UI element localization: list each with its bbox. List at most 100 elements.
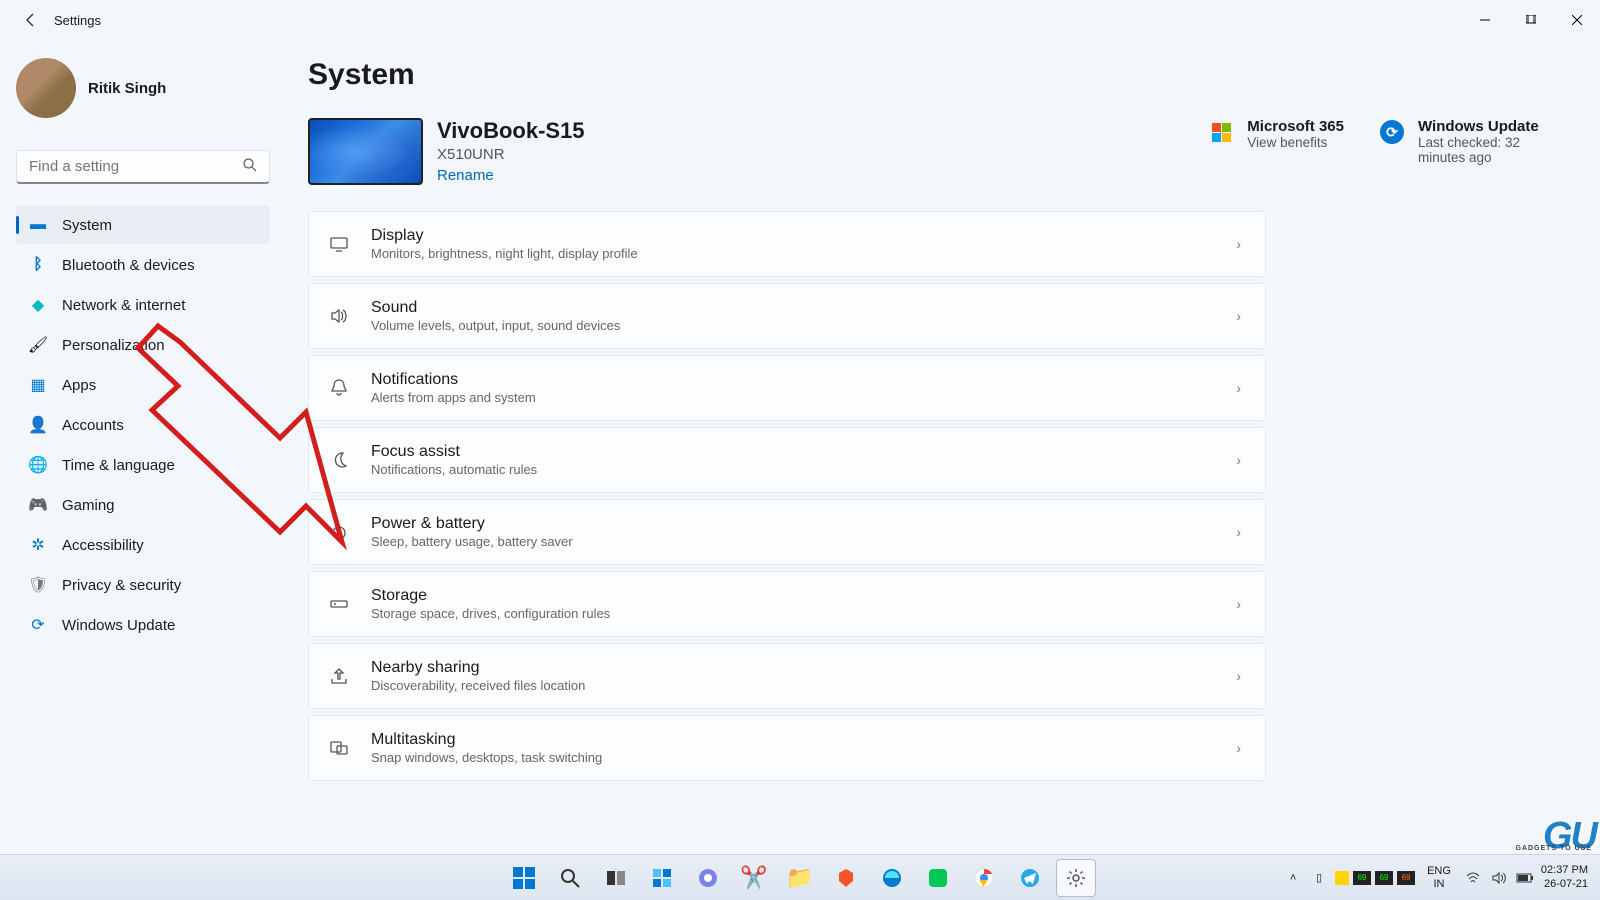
windows-update-card[interactable]: ⟳ Windows Update Last checked: 32 minute…: [1380, 118, 1560, 165]
teams-button[interactable]: [688, 859, 728, 897]
widgets-button[interactable]: [642, 859, 682, 897]
setting-multitasking[interactable]: MultitaskingSnap windows, desktops, task…: [308, 715, 1266, 781]
brush-icon: 🖌: [28, 335, 48, 355]
back-button[interactable]: [16, 5, 46, 35]
settings-button[interactable]: [1056, 859, 1096, 897]
tray-temp-icon[interactable]: 69: [1375, 871, 1393, 885]
edge-button[interactable]: [872, 859, 912, 897]
setting-storage[interactable]: StorageStorage space, drives, configurat…: [308, 571, 1266, 637]
user-profile[interactable]: Ritik Singh: [16, 58, 270, 118]
nav-label: Gaming: [62, 497, 115, 514]
chevron-right-icon: ›: [1236, 236, 1241, 252]
setting-title: Storage: [371, 587, 1236, 605]
chevron-right-icon: ›: [1236, 452, 1241, 468]
setting-title: Nearby sharing: [371, 659, 1236, 677]
device-name: VivoBook-S15: [437, 118, 1195, 144]
tray-temp-icon[interactable]: 69: [1397, 871, 1415, 885]
user-name: Ritik Singh: [88, 80, 166, 97]
setting-focus-assist[interactable]: Focus assistNotifications, automatic rul…: [308, 427, 1266, 493]
nav-time-language[interactable]: 🌐 Time & language: [16, 446, 270, 484]
setting-power-battery[interactable]: Power & batterySleep, battery usage, bat…: [308, 499, 1266, 565]
device-header: VivoBook-S15 X510UNR Rename Microsoft 36…: [308, 118, 1560, 185]
taskview-button[interactable]: [596, 859, 636, 897]
display-icon: [327, 232, 351, 256]
nav-personalization[interactable]: 🖌 Personalization: [16, 326, 270, 364]
card-title: Microsoft 365: [1247, 118, 1344, 135]
setting-title: Display: [371, 227, 1236, 245]
nav-label: Apps: [62, 377, 96, 394]
card-sub: View benefits: [1247, 135, 1344, 150]
tray-battery-icon[interactable]: ▯: [1309, 868, 1329, 888]
setting-desc: Discoverability, received files location: [371, 678, 1236, 693]
chrome-button[interactable]: [964, 859, 1004, 897]
tray-chevron[interactable]: ˄: [1283, 868, 1303, 888]
volume-icon[interactable]: [1489, 868, 1509, 888]
taskbar-apps: ✂️ 📁: [504, 859, 1096, 897]
device-thumbnail[interactable]: [308, 118, 423, 185]
search-input[interactable]: [29, 158, 243, 175]
nav-privacy[interactable]: 🛡 Privacy & security: [16, 566, 270, 604]
rename-link[interactable]: Rename: [437, 167, 1195, 184]
settings-list: DisplayMonitors, brightness, night light…: [308, 211, 1266, 781]
setting-desc: Storage space, drives, configuration rul…: [371, 606, 1236, 621]
chevron-right-icon: ›: [1236, 596, 1241, 612]
network-icon: ◆: [28, 295, 48, 315]
nav-accounts[interactable]: 👤 Accounts: [16, 406, 270, 444]
nav-network[interactable]: ◆ Network & internet: [16, 286, 270, 324]
apps-icon: ▦: [28, 375, 48, 395]
window-controls: [1462, 3, 1600, 37]
update-icon: ⟳: [28, 615, 48, 635]
search-icon: [243, 158, 257, 175]
close-button[interactable]: [1554, 3, 1600, 37]
nav-apps[interactable]: ▦ Apps: [16, 366, 270, 404]
start-button[interactable]: [504, 859, 544, 897]
moon-icon: [327, 448, 351, 472]
setting-notifications[interactable]: NotificationsAlerts from apps and system…: [308, 355, 1266, 421]
tray-app-icon[interactable]: [1335, 871, 1349, 885]
setting-title: Focus assist: [371, 443, 1236, 461]
clock[interactable]: 02:37 PM26-07-21: [1541, 864, 1588, 890]
maximize-button[interactable]: [1508, 3, 1554, 37]
watermark-text: GADGETS TO USE: [1516, 845, 1593, 852]
setting-nearby-sharing[interactable]: Nearby sharingDiscoverability, received …: [308, 643, 1266, 709]
search-box[interactable]: [16, 150, 270, 184]
nav-gaming[interactable]: 🎮 Gaming: [16, 486, 270, 524]
chevron-right-icon: ›: [1236, 668, 1241, 684]
telegram-button[interactable]: [1010, 859, 1050, 897]
device-info: VivoBook-S15 X510UNR Rename: [437, 118, 1195, 184]
system-tray: ˄ ▯ 69 69 69 ENGIN 02:37 PM26-07-21: [1283, 864, 1592, 890]
microsoft365-card[interactable]: Microsoft 365 View benefits: [1209, 118, 1344, 165]
nav-label: Network & internet: [62, 297, 185, 314]
battery-icon[interactable]: [1515, 868, 1535, 888]
brave-button[interactable]: [826, 859, 866, 897]
snip-button[interactable]: ✂️: [734, 859, 774, 897]
system-icon: ▬: [28, 215, 48, 235]
setting-display[interactable]: DisplayMonitors, brightness, night light…: [308, 211, 1266, 277]
nav-label: System: [62, 217, 112, 234]
chevron-right-icon: ›: [1236, 740, 1241, 756]
device-model: X510UNR: [437, 146, 1195, 163]
nav-windows-update[interactable]: ⟳ Windows Update: [16, 606, 270, 644]
line-button[interactable]: [918, 859, 958, 897]
nav-system[interactable]: ▬ System: [16, 206, 270, 244]
setting-title: Power & battery: [371, 515, 1236, 533]
taskbar: ✂️ 📁 ˄ ▯ 69 69 69 ENGIN 02:37 PM26-07-: [0, 854, 1600, 900]
nav-label: Privacy & security: [62, 577, 181, 594]
globe-icon: 🌐: [28, 455, 48, 475]
shield-icon: 🛡: [28, 575, 48, 595]
nav-bluetooth[interactable]: ᛒ Bluetooth & devices: [16, 246, 270, 284]
setting-title: Sound: [371, 299, 1236, 317]
language-indicator[interactable]: ENGIN: [1427, 865, 1451, 889]
sidebar: Ritik Singh ▬ System ᛒ Bluetooth & devic…: [0, 40, 284, 854]
search-button[interactable]: [550, 859, 590, 897]
storage-icon: [327, 592, 351, 616]
explorer-button[interactable]: 📁: [780, 859, 820, 897]
wifi-icon[interactable]: [1463, 868, 1483, 888]
tray-temp-icon[interactable]: 69: [1353, 871, 1371, 885]
chevron-right-icon: ›: [1236, 524, 1241, 540]
titlebar: Settings: [0, 0, 1600, 40]
nav-accessibility[interactable]: ✲ Accessibility: [16, 526, 270, 564]
setting-sound[interactable]: SoundVolume levels, output, input, sound…: [308, 283, 1266, 349]
chevron-right-icon: ›: [1236, 308, 1241, 324]
minimize-button[interactable]: [1462, 3, 1508, 37]
